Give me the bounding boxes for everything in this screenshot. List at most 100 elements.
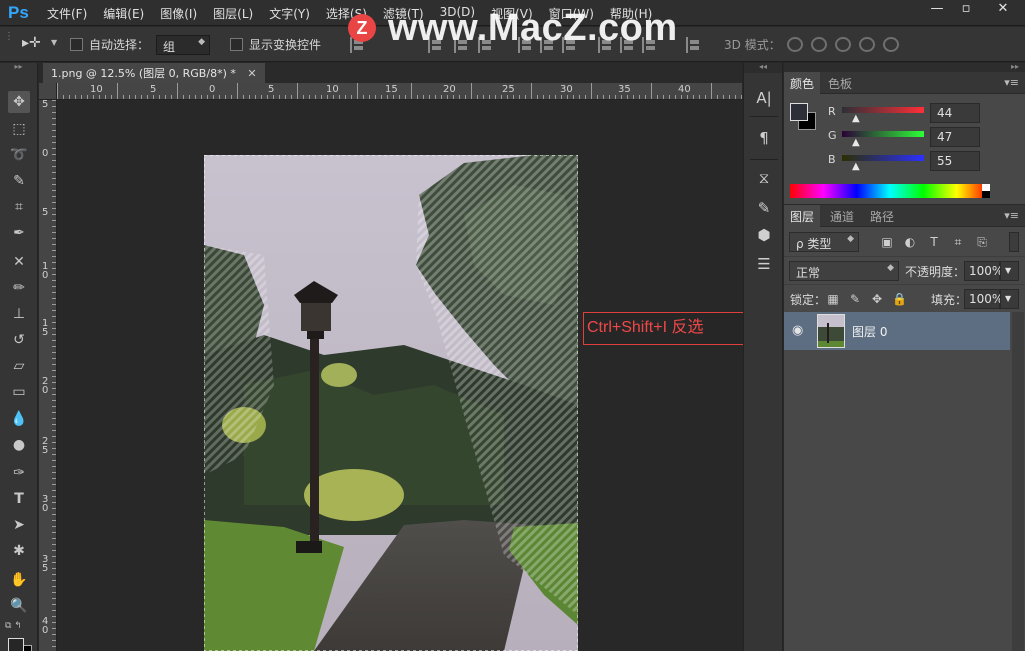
fill-dropdown-icon[interactable]: ▼ — [1000, 289, 1019, 309]
filter-type-icon[interactable]: T — [927, 235, 941, 249]
panels-collapse-icon[interactable]: ▸▸ — [784, 63, 1025, 72]
shape-tool-icon[interactable]: ✱ — [8, 540, 30, 562]
filter-toggle[interactable] — [1009, 232, 1019, 252]
marquee-tool-icon[interactable]: ⬚ — [8, 118, 30, 140]
align-top-icon[interactable] — [350, 37, 366, 53]
document-tab[interactable]: 1.png @ 12.5% (图层 0, RGB/8*) * ✕ — [43, 63, 265, 83]
properties-panel-icon[interactable]: ☰ — [753, 253, 775, 275]
path-select-tool-icon[interactable]: ➤ — [8, 514, 30, 536]
drag-3d-icon[interactable] — [835, 37, 851, 52]
align-left-icon[interactable] — [478, 37, 494, 53]
tab-channels[interactable]: 通道 — [824, 205, 860, 227]
move-tool-icon[interactable]: ✥ — [8, 91, 30, 113]
channel-r-value[interactable]: 44 — [930, 103, 980, 123]
panel-menu-icon[interactable]: ▾≡ — [1004, 76, 1019, 89]
ruler-horizontal[interactable]: 10 5 0 5 10 15 20 25 30 35 40 — [57, 83, 742, 100]
menu-window[interactable]: 窗口(W) — [549, 5, 594, 22]
layer-item[interactable]: ◉ 图层 0 — [784, 312, 1010, 350]
show-transform-checkbox[interactable] — [230, 38, 243, 51]
menu-file[interactable]: 文件(F) — [47, 5, 87, 22]
filter-pixel-icon[interactable]: ▣ — [880, 235, 894, 249]
layer-name[interactable]: 图层 0 — [852, 323, 887, 340]
minimize-button[interactable]: — — [922, 0, 952, 20]
slider-thumb-icon[interactable]: ▲ — [852, 137, 860, 148]
dodge-tool-icon[interactable]: ● — [8, 434, 30, 456]
channel-b-value[interactable]: 55 — [930, 151, 980, 171]
menu-filter[interactable]: 滤镜(T) — [383, 5, 424, 22]
menu-help[interactable]: 帮助(H) — [610, 5, 652, 22]
lock-transparent-icon[interactable]: ▦ — [826, 292, 840, 306]
ruler-vertical[interactable]: 5 0 5 1 0 1 5 2 0 2 5 3 0 3 5 4 0 — [39, 100, 57, 651]
filter-smartobject-icon[interactable]: ⎘ — [975, 235, 989, 249]
brush-tool-icon[interactable]: ✏ — [8, 277, 30, 299]
character-panel-icon[interactable]: A| — [753, 87, 775, 109]
blur-tool-icon[interactable]: 💧 — [8, 408, 30, 430]
fill-input[interactable]: 100% — [964, 289, 1003, 309]
lock-position-icon[interactable]: ✥ — [870, 292, 884, 306]
color-spectrum-bar[interactable] — [790, 184, 990, 198]
history-brush-tool-icon[interactable]: ↺ — [8, 329, 30, 351]
tab-swatches[interactable]: 色板 — [822, 72, 858, 94]
paragraph-panel-icon[interactable]: ¶ — [753, 127, 775, 149]
menu-3d[interactable]: 3D(D) — [440, 5, 475, 22]
maximize-button[interactable]: ▫ — [951, 0, 981, 20]
slide-3d-icon[interactable] — [859, 37, 875, 52]
visibility-eye-icon[interactable]: ◉ — [792, 323, 803, 338]
dock-collapse-icon[interactable]: ◂◂ — [744, 63, 782, 73]
slider-thumb-icon[interactable]: ▲ — [852, 113, 860, 124]
menu-view[interactable]: 视图(V) — [491, 5, 533, 22]
auto-select-checkbox[interactable] — [70, 38, 83, 51]
layer-filter-dropdown[interactable]: ρ 类型 ◆ — [789, 232, 859, 252]
ruler-origin[interactable] — [39, 83, 57, 100]
filter-shape-icon[interactable]: ⌗ — [951, 235, 965, 249]
tool-presets-icon[interactable]: ✎ — [753, 197, 775, 219]
panel-menu-icon[interactable]: ▾≡ — [1004, 209, 1019, 222]
close-button[interactable]: ✕ — [983, 0, 1023, 20]
quick-select-tool-icon[interactable]: ✎ — [8, 170, 30, 192]
slider-thumb-icon[interactable]: ▲ — [852, 161, 860, 172]
menu-type[interactable]: 文字(Y) — [269, 5, 310, 22]
auto-select-dropdown[interactable]: 组 ◆ — [156, 35, 210, 55]
default-colors-icon[interactable]: ⧉ ↰ — [5, 621, 22, 631]
black-white-ramp[interactable] — [982, 184, 990, 198]
menu-select[interactable]: 选择(S) — [326, 5, 367, 22]
opacity-input[interactable]: 100% — [964, 261, 1003, 281]
eyedropper-tool-icon[interactable]: ✒ — [8, 222, 30, 244]
close-tab-icon[interactable]: ✕ — [247, 67, 256, 80]
lock-pixels-icon[interactable]: ✎ — [848, 292, 862, 306]
crop-tool-icon[interactable]: ⌗ — [8, 196, 30, 218]
hand-tool-icon[interactable]: ✋ — [8, 569, 30, 591]
menu-layer[interactable]: 图层(L) — [213, 5, 253, 22]
tab-paths[interactable]: 路径 — [864, 205, 900, 227]
menu-image[interactable]: 图像(I) — [160, 5, 197, 22]
healing-brush-tool-icon[interactable]: ✕ — [8, 251, 30, 273]
channel-g-value[interactable]: 47 — [930, 127, 980, 147]
distribute-right-icon[interactable] — [642, 37, 658, 53]
tab-layers[interactable]: 图层 — [784, 205, 821, 227]
pen-tool-icon[interactable]: ✑ — [8, 462, 30, 484]
lock-all-icon[interactable]: 🔒 — [892, 292, 907, 306]
roll-3d-icon[interactable] — [811, 37, 827, 52]
scale-3d-icon[interactable] — [883, 37, 899, 52]
blend-mode-dropdown[interactable]: 正常 ◆ — [789, 261, 899, 281]
menu-edit[interactable]: 编辑(E) — [103, 5, 144, 22]
clone-stamp-tool-icon[interactable]: ⊥ — [8, 303, 30, 325]
gradient-tool-icon[interactable]: ▭ — [8, 381, 30, 403]
distribute-left-icon[interactable] — [598, 37, 614, 53]
foreground-color-box[interactable] — [790, 103, 808, 121]
distribute-bottom-icon[interactable] — [562, 37, 578, 53]
canvas-area[interactable] — [58, 101, 742, 651]
layers-scrollbar[interactable] — [1012, 312, 1024, 651]
distribute-hcenter-icon[interactable] — [620, 37, 636, 53]
eraser-tool-icon[interactable]: ▱ — [8, 355, 30, 377]
align-vcenter-icon[interactable] — [428, 37, 444, 53]
3d-panel-icon[interactable]: ⬢ — [753, 224, 775, 246]
toolbox-grip-icon[interactable]: ▸▸ — [0, 63, 37, 73]
distribute-vcenter-icon[interactable] — [540, 37, 556, 53]
type-tool-icon[interactable]: T — [8, 488, 30, 510]
tab-color[interactable]: 颜色 — [784, 72, 821, 94]
distribute-top-icon[interactable] — [518, 37, 534, 53]
opacity-dropdown-icon[interactable]: ▼ — [1000, 261, 1019, 281]
history-panel-icon[interactable]: ⧖ — [753, 167, 775, 189]
document-image[interactable] — [204, 155, 578, 651]
